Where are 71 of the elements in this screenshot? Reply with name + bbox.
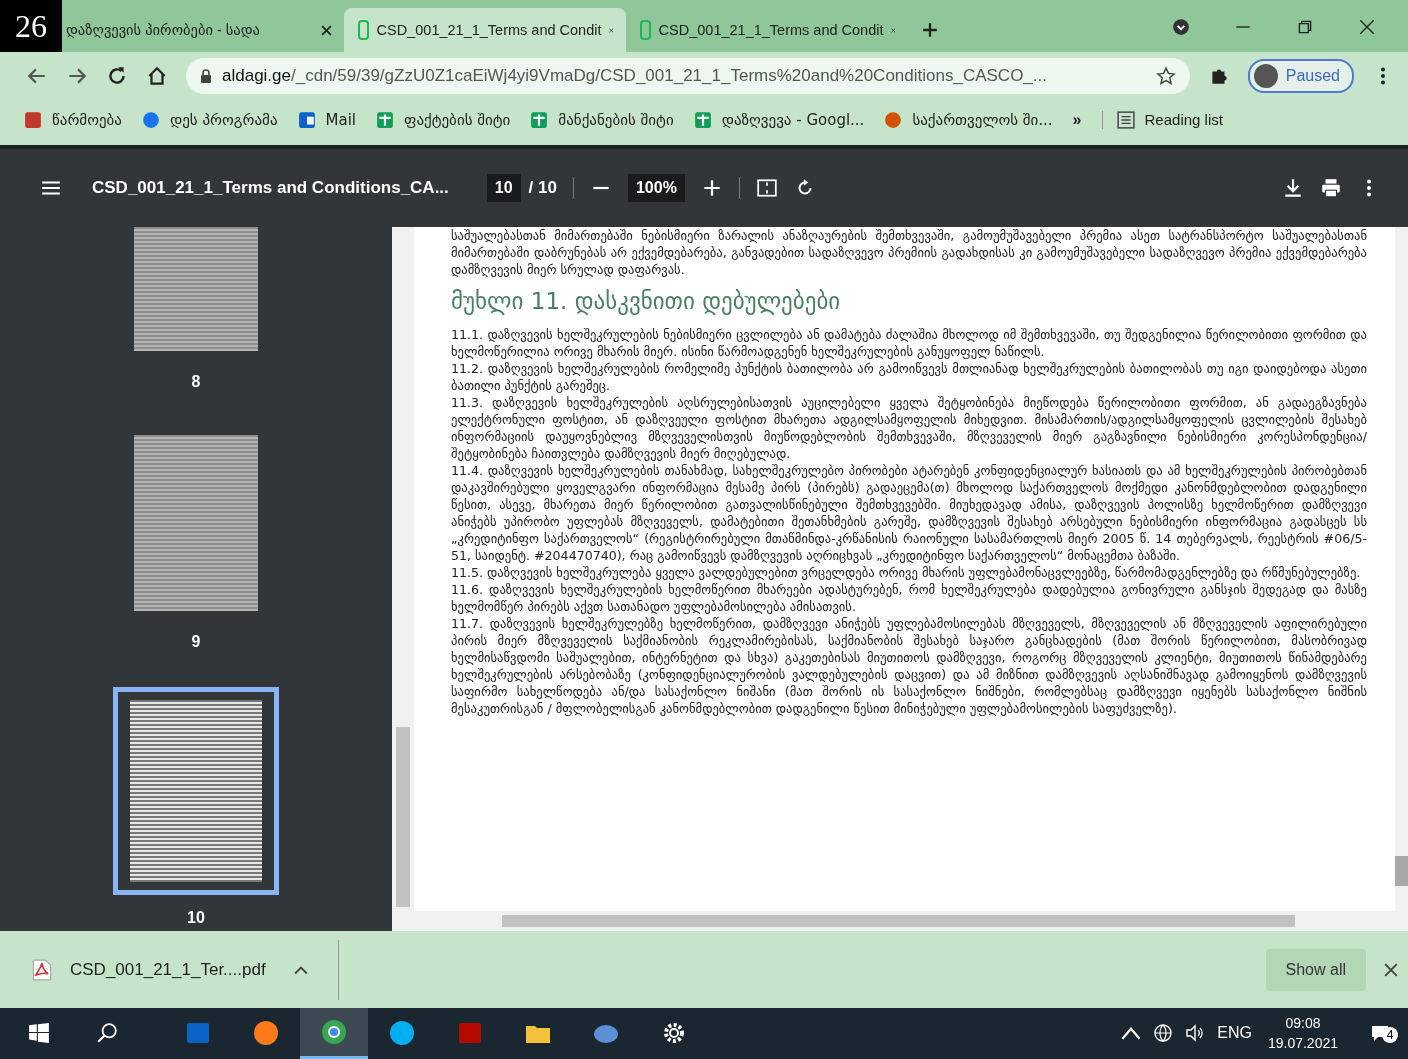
document-icon	[640, 20, 651, 40]
download-item[interactable]: CSD_001_21_1_Ter....pdf	[32, 939, 339, 1000]
notification-count: 4	[1382, 1027, 1398, 1044]
mail-icon	[297, 110, 316, 129]
section-heading: მუხლი 11. დასკვნითი დებულებები	[451, 288, 842, 315]
scrollbar[interactable]	[392, 227, 414, 932]
page-number-field[interactable]: 10	[486, 173, 521, 202]
close-icon[interactable]	[1358, 18, 1376, 36]
plus-icon[interactable]	[922, 22, 938, 38]
paragraph: საშუალებასთან მიმართებაში ნებისმიერი ზარალის ანაზღაურების შემთხვევაში, გამოუმუშავებელი პრემია ასეთ სატრანსპორტო საშუალებასთან მიმართებაში დაბრუნებას არ ექვემდებარება, განვადებით სადაზღვევო პრემიის გადახდისას კი გამოუმუშავებელი სადაზღვევო პრემია ექვემდებარება დამზღვევის მიერ სრულად დაფარვას.	[451, 227, 1367, 279]
paragraph: 11.4. დაზღვევის ხელშეკრულების თანახმად, სახელშეკრულებო პირობები ატარებენ კონფიდენციალურ ხასიათს და ამ ხელშეკრულების პირობებთან დაკავშირებული ყოველგვარი ინფორმაცია მესამე პირს (პირებს) გადაეცემა(თ) მხოლოდ საქართველოს მოქმედი კანონმდებლობით დადგენილი წესით, ასევე, მხარეთა მიერ წერილობით გათვალისწინებული შემთხვევებში. მიუხედავად ამისა, დაზღვევის პოლისზე ხელმოწერით დამზღვევი ანიჭებს უპირობო უფლებას მზღვეველს, დამატებითი შეთანხმების გარეშე, დამზღვევის შესახებ არსებული ნებისმიერი ინფორმაცია გადასცეს სს „კრედიტინფო საქართველოს“ (რეგისტრირებული მთაწმინდა-კრწანისის რაიონული სასამართლოს მიერ 2005 წ. 14 თებერვალს, რეესტრის #06/5-51, საიდენტ. #204470740), რაც გამოიწვევს დამზღვევის აღრიცხვას „კრედიტინფო საქართველოს“ მონაცემთა ბაზაში.	[451, 462, 1367, 565]
lock-icon	[200, 68, 212, 83]
language-indicator[interactable]: ENG	[1217, 1024, 1252, 1043]
download-icon[interactable]	[1282, 176, 1304, 199]
bookmark-item[interactable]: დეს პროგრამა	[141, 110, 278, 129]
windows-start-icon[interactable]	[28, 1022, 50, 1045]
sheet-icon	[693, 110, 712, 129]
browser-tab[interactable]: დაზღვევის პირობები - სადა	[62, 8, 344, 52]
home-icon[interactable]	[146, 64, 168, 87]
show-all-button[interactable]: Show all	[1265, 948, 1366, 991]
star-icon[interactable]	[1155, 65, 1176, 86]
paragraph: 11.3. დაზღვევის ხელშეკრულების აღსრულებისათვის აუცილებელი ყველა შეტყობინება მიეწოდება წერილობითი ფორმით, ან გადაეგზავნება ელექტრონული ფოსტით, ან დაზღვეული ფოსტით მხარეთა ადგილსამყოფელის მიხედვით. მისამართის/ადგილსამყოფელის ცვლილების შესახებ ინფორმაციის დაუყოვნებლივ მზღვეველისთვის მიუწოდებლობის შემთხვევაში, მზღვეველის მიერ გაგზავნილი ნებისმიერი კორესპონდენცია/შეტყობინება ჩაითვლება დამზღვევის მიერ მიღებულად.	[451, 394, 1367, 463]
bookmark-item[interactable]: საქართველოს ში...	[884, 110, 1053, 129]
paragraph: 11.2. დაზღვევის ხელშეკრულების რომელიმე პუნქტის ბათილობა არ გამოიწვევს მთლიანად ხელშეკრულების ბათილობას თუ იგი დაიდებოდა ასეთი ბათილი პუნქტის გარეშეც.	[451, 360, 1367, 395]
page-thumbnail[interactable]	[113, 687, 279, 896]
page-number: 8	[191, 373, 201, 392]
more-bookmarks-button[interactable]: »	[1072, 110, 1082, 129]
globe-icon	[141, 110, 160, 129]
site-icon	[24, 110, 42, 129]
search-icon[interactable]	[96, 1022, 118, 1045]
bookmark-item[interactable]: მანქანების შიტი	[530, 110, 674, 129]
date: 19.07.2021	[1267, 1035, 1338, 1052]
paragraph: 11.7. დაზღვევის ხელშეკრულებზე ხელმოწერით, დამზღვევი ანიჭებს უფლებამოსილებას მზღვეველს, მზღვეველის ან მზღვეველის აფილირებული პირის მიერ მზღვეველის საქმიანობის რეკლამირებისას, საქმიანობის შესახებ საჯარო განცხადების (მათ შორის წერილობით, მასობრივად ხელმისაწვდომი საშუალებით, ინტერნეტით და სხვა) გაკეთებისას მიუთითოს დამზღვევი, როგორც მზღვეველის კლიენტი, მიუთითოს წინამდებარე ხელშეკრულების არსებობაზე (კონფიდენციალურობის ვალდებულების დაცვით) და ამ მიზნით დამზღვევის აღსანიშნავად გამოიყენოს დამზღვევის საფირმო სახელწოდება ან/და სასაქონლო ნიშანი (მათ შორის ის სასაქონლო ნიშნები, რომლებსაც დამზღვევი იყენებს სასაქონლო ნიშნის მესაკუთრისგან / მფლობელისგან კანონმდებლობით დადგენილი წესით მინიჭებული უფლებამოსილების საფუძველზე).	[451, 615, 1367, 718]
clock[interactable]: 09:08 19.07.2021	[1267, 1015, 1338, 1052]
profile-button[interactable]: Paused	[1247, 58, 1354, 93]
avatar-icon	[1253, 63, 1278, 88]
tab-search-icon[interactable]	[1172, 18, 1190, 36]
zoom-field[interactable]: 100%	[627, 173, 685, 202]
page-number: 10	[187, 909, 205, 928]
list-icon	[1116, 110, 1135, 129]
bookmark-item[interactable]: ფაქტების შიტი	[376, 110, 511, 129]
paragraph: 11.1. დაზღვევის ხელშეკრულების ნებისმიერი ცვლილება ან დამატება ძალაშია მხოლოდ იმ შემთხვევაში, თუ შედგენილია წერილობითი ფორმით და ხელმოწერილია ორივე მხარის მიერ. ისინი წარმოადგენენ ხელშეკრულების განუყოფელ ნაწილს.	[451, 326, 1367, 361]
globe-icon[interactable]	[1153, 1023, 1174, 1044]
browser-tab[interactable]: CSD_001_21_1_Terms and Condit	[626, 8, 908, 52]
bookmark-item[interactable]: Mail	[297, 110, 356, 129]
pdf-file-icon	[32, 958, 52, 981]
time: 09:08	[1285, 1015, 1321, 1032]
restore-icon[interactable]	[1296, 18, 1314, 36]
page-total: / 10	[528, 177, 557, 198]
reading-list-button[interactable]: Reading list	[1101, 110, 1223, 129]
document-icon	[358, 20, 369, 40]
address-field[interactable]: aldagi.ge/_cdn/59/39/gZzU0Z1caEiWj4yi9VmaDg/CSD_001_21_1_Terms%20and%20Conditions_CASCO_...	[186, 57, 1190, 94]
paragraph: 11.5. დაზღვევის ხელშეკრულება ყველა ვალდებულებით ვრცელდება ორივე მხარის უფლებამონაცვლეებზე, წარმომადგენლებზე და რწმუნებულებზე.	[451, 564, 1362, 582]
close-icon[interactable]	[1384, 962, 1398, 977]
bookmark-item[interactable]: დაზღვევა - Googl...	[693, 110, 865, 129]
caret-icon[interactable]	[293, 964, 308, 975]
bookmark-item[interactable]: წარმოება	[24, 110, 122, 129]
site-icon	[884, 110, 903, 129]
reload-icon[interactable]	[106, 64, 128, 87]
tab-count-badge: 26	[0, 0, 62, 52]
browser-tab[interactable]: CSD_001_21_1_Terms and Condit	[344, 8, 626, 52]
document-title: CSD_001_21_1_Terms and Conditions_CA...	[92, 177, 449, 198]
paragraph: 11.6. დაზღვევის ხელშეკრულების ხელმოწერით მხარეები ადასტურებენ, რომ ხელშეკრულება დადებულია გონივრული განსჯის შედეგად და მასზე ხელმომწერ პირებს აქვთ სათანადო უფლებამოსილება ამისათვის.	[451, 581, 1367, 616]
fit-page-icon[interactable]	[755, 176, 778, 199]
scrollbar[interactable]	[1395, 227, 1408, 932]
sheet-icon	[530, 110, 549, 129]
sheet-icon	[376, 110, 394, 129]
print-icon[interactable]	[1320, 176, 1342, 199]
speaker-icon[interactable]	[1185, 1023, 1206, 1044]
page-number: 9	[191, 633, 201, 652]
close-icon[interactable]	[321, 24, 332, 36]
